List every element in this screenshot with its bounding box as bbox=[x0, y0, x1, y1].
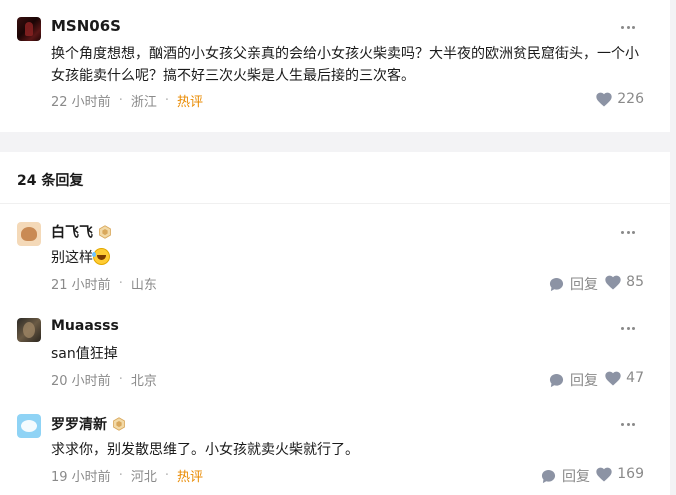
location: 河北 bbox=[130, 470, 157, 485]
laughing-emoji-icon bbox=[92, 248, 110, 265]
separator-dot: · bbox=[118, 372, 123, 387]
heart-icon bbox=[596, 92, 612, 106]
hot-tag: 热评 bbox=[176, 95, 203, 110]
avatar[interactable] bbox=[17, 318, 41, 342]
comment-meta: 22 小时前 · 浙江 · 热评 bbox=[51, 91, 203, 110]
reply-button[interactable]: 回复 bbox=[549, 274, 598, 294]
heart-icon bbox=[596, 467, 612, 481]
reply-username[interactable]: 白飞飞 bbox=[51, 222, 112, 242]
reply-label: 回复 bbox=[562, 469, 590, 485]
like-count: 169 bbox=[617, 466, 644, 482]
like-count: 85 bbox=[626, 274, 644, 290]
vip-badge-icon bbox=[99, 225, 111, 239]
avatar[interactable] bbox=[17, 17, 41, 41]
comment-bubble-icon bbox=[549, 373, 564, 387]
like-count: 47 bbox=[626, 370, 644, 386]
reply-button[interactable]: 回复 bbox=[541, 466, 590, 486]
separator-dot: · bbox=[118, 276, 123, 291]
comment-bubble-icon bbox=[541, 469, 556, 483]
username[interactable]: MSN06S bbox=[51, 17, 121, 35]
reply-meta: 20 小时前 · 北京 bbox=[51, 370, 157, 389]
more-dots-icon[interactable] bbox=[618, 417, 638, 431]
like-button[interactable]: 169 bbox=[596, 466, 644, 482]
more-dots-icon[interactable] bbox=[618, 20, 638, 34]
location: 山东 bbox=[130, 278, 157, 293]
location: 浙江 bbox=[130, 95, 157, 110]
separator-dot: · bbox=[164, 468, 169, 483]
reply-item: 白飞飞 别这样 21 小时前 · 山东 回复 85 bbox=[0, 210, 670, 306]
avatar[interactable] bbox=[17, 414, 41, 438]
comment-text: 换个角度想想，酗酒的小女孩父亲真的会给小女孩火柴卖吗？大半夜的欧洲贫民窟街头，一… bbox=[51, 46, 639, 84]
timestamp: 20 小时前 bbox=[51, 374, 111, 389]
heart-icon bbox=[605, 371, 621, 385]
divider bbox=[0, 203, 670, 204]
replies-count-heading: 24 条回复 bbox=[17, 173, 84, 189]
comment-bubble-icon bbox=[549, 277, 564, 291]
separator-dot: · bbox=[118, 93, 123, 108]
timestamp: 21 小时前 bbox=[51, 278, 111, 293]
reply-username[interactable]: Muaasss bbox=[51, 318, 119, 334]
more-dots-icon[interactable] bbox=[618, 225, 638, 239]
reply-text: 别这样 bbox=[51, 247, 110, 269]
main-comment: MSN06S 换个角度想想，酗酒的小女孩父亲真的会给小女孩火柴卖吗？大半夜的欧洲… bbox=[0, 0, 670, 132]
timestamp: 22 小时前 bbox=[51, 95, 111, 110]
heart-icon bbox=[605, 275, 621, 289]
section-divider bbox=[0, 132, 676, 152]
reply-button[interactable]: 回复 bbox=[549, 370, 598, 390]
reply-username[interactable]: 罗罗清新 bbox=[51, 414, 126, 434]
like-count: 226 bbox=[617, 91, 644, 107]
hot-tag: 热评 bbox=[176, 470, 203, 485]
vip-badge-icon bbox=[113, 417, 125, 431]
timestamp: 19 小时前 bbox=[51, 470, 111, 485]
more-dots-icon[interactable] bbox=[618, 321, 638, 335]
location: 北京 bbox=[130, 374, 157, 389]
reply-meta: 19 小时前 · 河北 · 热评 bbox=[51, 466, 203, 485]
separator-dot: · bbox=[164, 93, 169, 108]
like-button[interactable]: 47 bbox=[605, 370, 644, 386]
separator-dot: · bbox=[118, 468, 123, 483]
reply-text: 求求你，别发散思维了。小女孩就卖火柴就行了。 bbox=[51, 442, 359, 458]
reply-item: Muaasss san值狂掉 20 小时前 · 北京 回复 47 bbox=[0, 306, 670, 402]
avatar[interactable] bbox=[17, 222, 41, 246]
reply-meta: 21 小时前 · 山东 bbox=[51, 274, 157, 293]
scroll-edge bbox=[670, 0, 676, 495]
reply-item: 罗罗清新 求求你，别发散思维了。小女孩就卖火柴就行了。 19 小时前 · 河北 … bbox=[0, 402, 670, 495]
reply-label: 回复 bbox=[570, 277, 598, 293]
like-button[interactable]: 85 bbox=[605, 274, 644, 290]
like-button[interactable]: 226 bbox=[596, 91, 644, 107]
reply-label: 回复 bbox=[570, 373, 598, 389]
reply-text: san值狂掉 bbox=[51, 346, 118, 362]
